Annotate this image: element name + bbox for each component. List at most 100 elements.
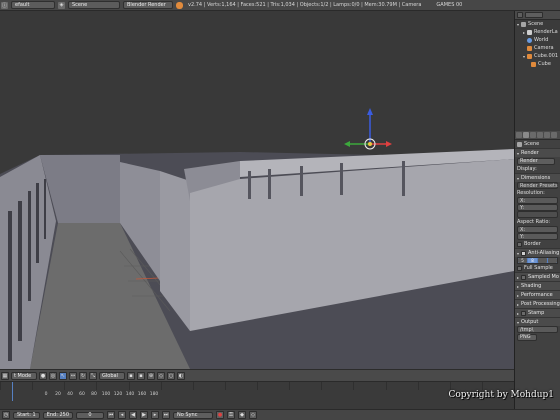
x-axis-arrow[interactable] [386,141,392,147]
keying-set-icon[interactable]: ⚿ [227,411,236,419]
current-frame-field[interactable]: 0 [76,411,105,419]
outliner-item[interactable]: ▸ RenderLa [515,28,560,36]
properties-editor[interactable]: Scene ▾ Render Render Display: ▾ Dimensi… [514,131,560,409]
snap-target-icon[interactable]: ◇ [157,371,165,380]
border-checkbox[interactable] [517,241,522,247]
view-menu-icon[interactable]: ▦ [1,371,9,380]
timeline[interactable]: 0 20 40 60 80 100 120 140 160 180 [0,381,514,409]
file-format-selector[interactable]: PNG [517,333,537,341]
outliner-item[interactable]: ▾ Scene [515,20,560,28]
resolution-y-field[interactable]: Y: [517,204,558,211]
scene-tab-icon[interactable] [537,132,543,138]
aspect-label: Aspect Ratio: [517,219,551,225]
transform-gizmo[interactable] [344,108,392,150]
scale-icon[interactable]: ⤡ [89,371,97,380]
anti-aliasing-checkbox[interactable] [521,250,527,256]
scene-icon [521,21,527,27]
object-tab-icon[interactable] [551,132,557,138]
post-processing-panel-header[interactable]: ▸ Post Processing [515,299,560,308]
info-editor-icon[interactable]: ⓘ [1,1,8,9]
snap-icon[interactable]: ⊕ [147,371,155,380]
shading-panel-header[interactable]: ▸ Shading [515,281,560,290]
render-presets-selector[interactable]: Render Presets [517,182,558,189]
scene-selector[interactable]: Scene [68,1,120,9]
stamp-checkbox[interactable] [521,310,527,316]
render-panel-label: Render [521,150,539,156]
manipulator-toggle-icon[interactable]: ↖ [59,371,67,380]
anti-aliasing-panel-header[interactable]: ▾ Anti-Aliasing [515,248,560,257]
resolution-x-field[interactable]: X: [517,197,558,204]
outliner-editor-icon[interactable] [517,12,523,18]
outliner-view-selector[interactable] [525,12,543,18]
world-tab-icon[interactable] [544,132,550,138]
render-preview-icon[interactable]: ◐ [177,371,185,380]
expand-icon[interactable]: ▾ [517,22,519,27]
layer-icon[interactable]: ▪ [137,371,145,380]
render-button[interactable]: Render [517,157,555,165]
viewport-shading-icon[interactable]: ● [39,371,47,380]
screen-layout-selector[interactable]: efault [11,1,55,9]
expand-icon[interactable]: ▾ [523,54,525,59]
aa-option-8[interactable]: 8 [528,258,537,263]
record-icon[interactable]: ● [216,411,225,419]
render-panel-header[interactable]: ▾ Render [515,148,560,157]
expand-icon: ▸ [517,274,520,280]
timeline-editor-icon[interactable]: ◷ [2,411,10,419]
full-sample-checkbox[interactable] [517,265,522,271]
pivot-icon[interactable]: ◎ [49,371,57,380]
expand-icon[interactable]: ▸ [523,30,525,35]
outliner[interactable]: ▾ Scene ▸ RenderLa World Camera ▾ Cube.0… [514,11,560,131]
sampled-motion-checkbox[interactable] [521,274,527,280]
y-axis-arrow[interactable] [344,141,350,147]
end-frame-field[interactable]: End: 250 [42,411,74,419]
outliner-item[interactable]: ▾ Cube.001 [515,52,560,60]
next-keyframe-icon[interactable]: ▸ [151,411,160,419]
render-tab-icon[interactable] [523,132,529,138]
resolution-percent-slider[interactable] [517,211,558,218]
aa-option[interactable] [538,258,547,263]
outliner-item[interactable]: Cube [515,60,560,68]
aspect-x-field[interactable]: X: [517,226,558,233]
sync-selector[interactable]: No Sync [173,411,214,419]
mode-selector[interactable]: t Mode [11,371,37,380]
aa-option-5[interactable]: 5 [518,258,527,263]
timeline-ticks [0,382,514,390]
outliner-item[interactable]: Camera [515,44,560,52]
aa-samples-selector[interactable]: 5 8 [517,257,558,264]
performance-panel-header[interactable]: ▸ Performance [515,290,560,299]
render-engine-selector[interactable]: Blender Render [123,1,173,9]
resolution-row: Resolution: [515,189,560,197]
aa-option[interactable] [548,258,557,263]
dimensions-panel-header[interactable]: ▾ Dimensions [515,173,560,182]
prev-keyframe-icon[interactable]: ◂ [118,411,127,419]
editor-type-icon[interactable] [516,132,522,138]
viewport-header: ▦ t Mode ● ◎ ↖ ↔ ↻ ⤡ Global ▪ ▪ ⊕ ◇ ○ ◐ [0,369,514,381]
aspect-y-field[interactable]: Y: [517,233,558,240]
play-icon[interactable]: ▶ [140,411,149,419]
stamp-panel-header[interactable]: ▸ Stamp [515,308,560,317]
outliner-item[interactable]: World [515,36,560,44]
border-row[interactable]: Border [515,240,560,248]
orientation-selector[interactable]: Global [99,371,125,380]
start-frame-field[interactable]: Start: 1 [13,411,40,419]
render-layers-icon [527,29,533,35]
mesh-object-icon [531,61,536,67]
delete-keyframe-icon[interactable]: ◇ [249,411,258,419]
rotate-icon[interactable]: ↻ [79,371,87,380]
proportional-edit-icon[interactable]: ○ [167,371,175,380]
layers-icon[interactable]: ▪ [127,371,135,380]
current-frame-line[interactable] [12,382,13,401]
full-sample-row[interactable]: Full Sample [515,264,560,272]
insert-keyframe-icon[interactable]: ◆ [238,411,247,419]
play-reverse-icon[interactable]: ◀ [129,411,138,419]
jump-end-icon[interactable]: ⏭ [162,411,171,419]
output-path-field[interactable]: /tmp\ [517,326,558,333]
render-layers-tab-icon[interactable] [530,132,536,138]
output-panel-header[interactable]: ▾ Output [515,317,560,326]
sampled-motion-panel-header[interactable]: ▸ Sampled Mo [515,272,560,281]
scene-icon[interactable]: ◈ [58,1,65,9]
jump-start-icon[interactable]: ⏮ [107,411,116,419]
3d-viewport[interactable] [0,11,514,369]
translate-icon[interactable]: ↔ [69,371,77,380]
z-axis-arrow[interactable] [367,108,373,115]
